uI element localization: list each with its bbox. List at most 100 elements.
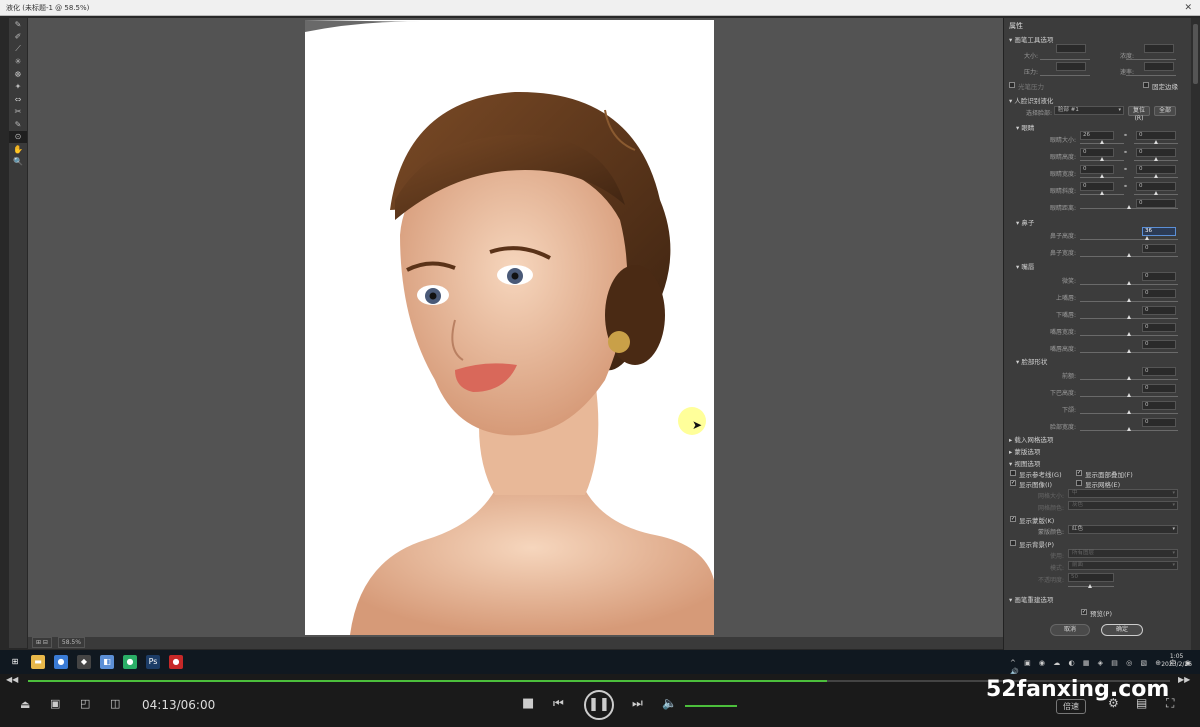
rate-input[interactable] [1144, 62, 1174, 71]
eye-right-slider-knob[interactable] [1154, 191, 1158, 195]
face-shape-row-input[interactable]: 0 [1142, 418, 1176, 427]
zoom-tool-icon[interactable]: 🔍 [9, 156, 27, 169]
wechat-app-icon[interactable]: ● [123, 655, 137, 669]
mouth-row-input[interactable]: 0 [1142, 289, 1176, 298]
volume-icon[interactable]: 🔈 [662, 696, 677, 710]
mouth-row-slider-knob[interactable] [1127, 281, 1131, 285]
face-shape-row-input[interactable]: 0 [1142, 401, 1176, 410]
select-face-dropdown[interactable]: 脸部 #1 [1054, 106, 1124, 115]
mouth-row-input[interactable]: 0 [1142, 340, 1176, 349]
pause-icon[interactable]: ❚❚ [584, 690, 614, 720]
eye-left-slider-knob[interactable] [1100, 140, 1104, 144]
subtitle-icon[interactable]: ◰ [80, 697, 90, 710]
panel-scrollbar[interactable] [1191, 18, 1200, 650]
mouth-row-input[interactable]: 0 [1142, 272, 1176, 281]
mask-options-header[interactable]: ▸ 蒙版选项 [1009, 446, 1040, 456]
size-input[interactable] [1056, 44, 1086, 53]
link-icon[interactable]: ⚭ [1123, 166, 1128, 173]
eye-right-input[interactable]: 0 [1136, 131, 1176, 140]
stylus-checkbox[interactable] [1009, 82, 1015, 88]
mouth-row-input[interactable]: 0 [1142, 323, 1176, 332]
eye-right-input[interactable]: 0 [1136, 148, 1176, 157]
eye-left-input[interactable]: 0 [1080, 182, 1114, 191]
eye-left-input[interactable]: 0 [1080, 148, 1114, 157]
pressure-input[interactable] [1056, 62, 1086, 71]
eyes-header[interactable]: ▾ 眼睛 [1016, 122, 1034, 132]
bloat-tool-icon[interactable]: ✦ [9, 81, 27, 94]
close-icon[interactable]: ✕ [1184, 0, 1192, 16]
brush-rebuild-header[interactable]: ▾ 画笔重建选项 [1009, 594, 1053, 604]
mouth-row-slider-knob[interactable] [1127, 298, 1131, 302]
view-options-header[interactable]: ▾ 视图选项 [1009, 458, 1040, 468]
nose-header[interactable]: ▾ 鼻子 [1016, 217, 1034, 227]
mouth-row-slider-knob[interactable] [1127, 332, 1131, 336]
screenshot-icon[interactable]: ▣ [50, 697, 60, 710]
push-left-tool-icon[interactable]: ⇔ [9, 93, 27, 106]
density-input[interactable] [1144, 44, 1174, 53]
face-shape-row-slider-knob[interactable] [1127, 376, 1131, 380]
cancel-button[interactable]: 取消 [1050, 624, 1090, 636]
eye-left-slider-knob[interactable] [1100, 157, 1104, 161]
nose-row-input[interactable]: 0 [1142, 244, 1176, 253]
cast-icon[interactable]: ◫ [110, 697, 120, 710]
record-app-icon[interactable]: ● [169, 655, 183, 669]
mouth-header[interactable]: ▾ 嘴唇 [1016, 261, 1034, 271]
nose-row-slider-knob[interactable] [1145, 236, 1149, 240]
eye-distance-knob[interactable] [1127, 205, 1131, 209]
mouth-row-slider-knob[interactable] [1127, 315, 1131, 319]
show-guides-checkbox[interactable] [1010, 470, 1016, 476]
show-mask-checkbox[interactable]: ✓ [1010, 516, 1016, 522]
link-icon[interactable]: ⚭ [1123, 149, 1128, 156]
eye-left-input[interactable]: 26 [1080, 131, 1114, 140]
forward-warp-tool-icon[interactable]: ✎ [9, 18, 27, 31]
mouth-row-input[interactable]: 0 [1142, 306, 1176, 315]
show-mesh-checkbox[interactable] [1076, 480, 1082, 486]
next-icon[interactable]: ⏭ [632, 696, 643, 711]
twirl-tool-icon[interactable]: ✳ [9, 56, 27, 69]
mesh-color-dropdown[interactable]: 灰色 [1068, 501, 1178, 510]
eject-icon[interactable]: ⏏ [20, 698, 30, 711]
show-face-overlay-checkbox[interactable]: ✓ [1076, 470, 1082, 476]
reset-button[interactable]: 复位(R) [1128, 106, 1150, 122]
clock[interactable]: 1:05 2023/2/26 [1161, 653, 1192, 669]
face-shape-header[interactable]: ▾ 脸部形状 [1016, 356, 1047, 366]
app3-app-icon[interactable]: ◆ [77, 655, 91, 669]
eye-right-slider-knob[interactable] [1154, 157, 1158, 161]
mask-color-dropdown[interactable]: 红色 [1068, 525, 1178, 534]
eye-right-slider-knob[interactable] [1154, 174, 1158, 178]
volume-slider[interactable] [685, 705, 737, 707]
face-shape-row-input[interactable]: 0 [1142, 384, 1176, 393]
nose-row-input[interactable]: 36 [1142, 227, 1176, 236]
opacity-slider-knob[interactable] [1088, 584, 1092, 588]
show-backdrop-checkbox[interactable] [1010, 540, 1016, 546]
hand-tool-icon[interactable]: ✋ [9, 143, 27, 156]
explorer-app-icon[interactable]: ▬ [31, 655, 45, 669]
face-shape-row-slider-knob[interactable] [1127, 393, 1131, 397]
eye-left-input[interactable]: 0 [1080, 165, 1114, 174]
ok-button[interactable]: 确定 [1101, 624, 1143, 636]
mouth-row-slider-knob[interactable] [1127, 349, 1131, 353]
mesh-size-dropdown[interactable]: 中 [1068, 489, 1178, 498]
size-slider[interactable] [1040, 59, 1090, 60]
pressure-slider[interactable] [1040, 75, 1090, 76]
photoshop-app-icon[interactable]: Ps [146, 655, 160, 669]
nose-row-slider[interactable] [1080, 239, 1178, 240]
eye-right-slider-knob[interactable] [1154, 140, 1158, 144]
rewind-icon[interactable]: ◀◀ [6, 675, 18, 684]
face-shape-row-slider-knob[interactable] [1127, 410, 1131, 414]
freeze-mask-tool-icon[interactable]: ✂ [9, 106, 27, 119]
eye-right-input[interactable]: 0 [1136, 199, 1176, 208]
face-aware-header[interactable]: ▾ 人脸识别液化 [1009, 95, 1053, 105]
pin-edges-checkbox[interactable] [1143, 82, 1149, 88]
opacity-input[interactable]: 50 [1068, 573, 1114, 582]
start-app-icon[interactable]: ⊞ [8, 655, 22, 669]
face-shape-row-slider-knob[interactable] [1127, 427, 1131, 431]
portrait-image[interactable] [305, 20, 714, 635]
eye-left-slider-knob[interactable] [1100, 191, 1104, 195]
brush-options-header[interactable]: ▾ 画笔工具选项 [1009, 34, 1053, 44]
mode-dropdown[interactable]: 前面 [1068, 561, 1178, 570]
previous-icon[interactable]: ⏮ [553, 696, 564, 711]
chrome-app-icon[interactable]: ● [54, 655, 68, 669]
all-button[interactable]: 全部 [1154, 106, 1176, 116]
eye-right-input[interactable]: 0 [1136, 165, 1176, 174]
